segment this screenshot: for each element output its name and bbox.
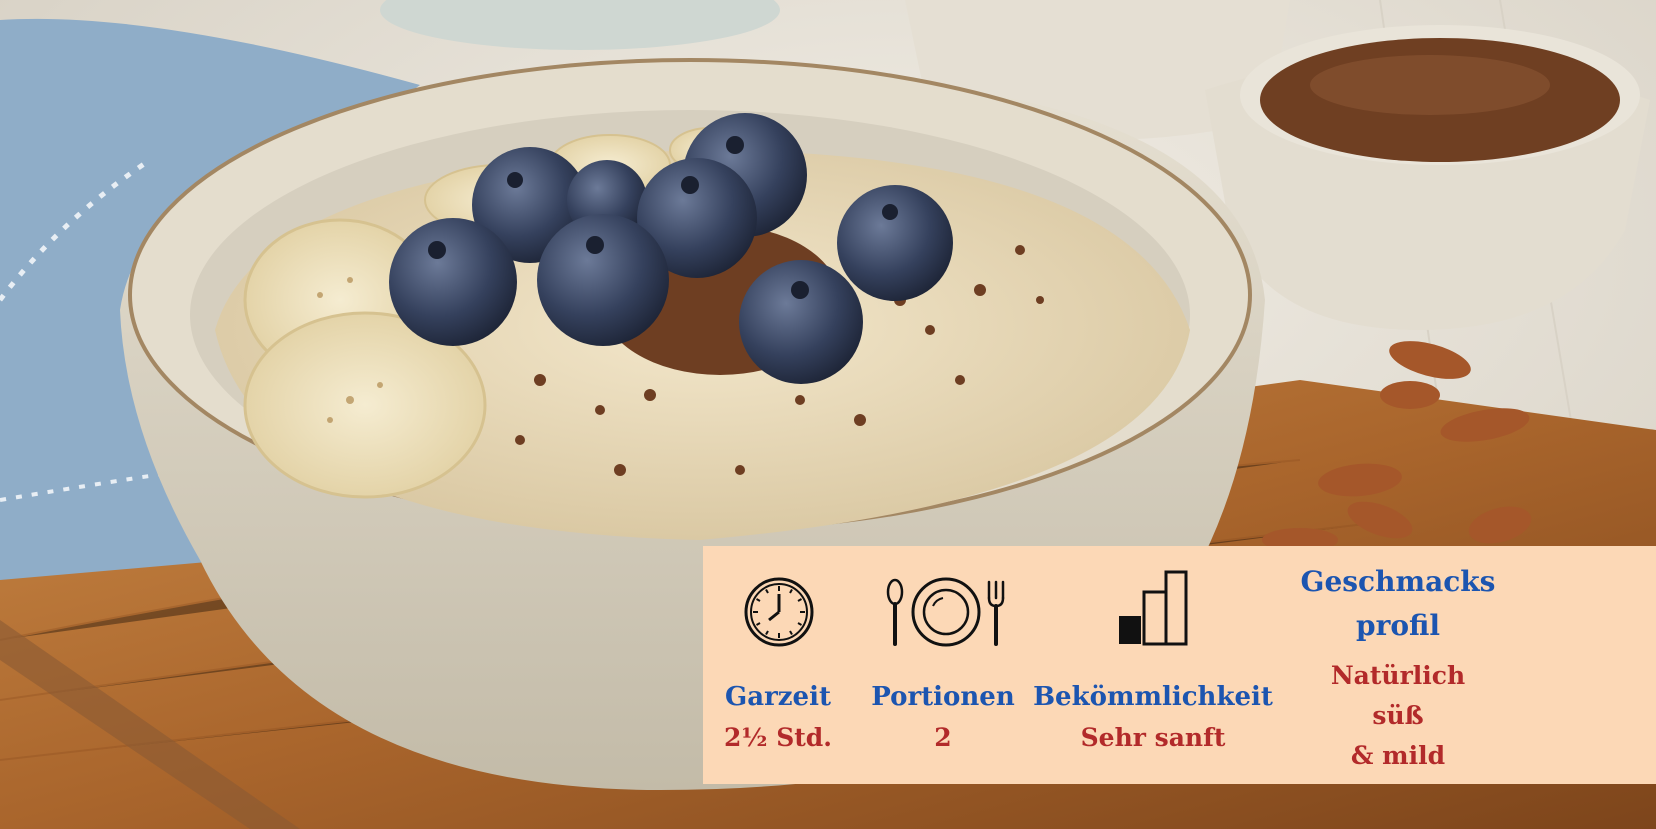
cooking-time-value: 2½ Std. — [724, 723, 832, 752]
taste-profile-value-line1: Natürlich — [1330, 661, 1466, 690]
taste-profile-value-line2: süß — [1372, 701, 1424, 730]
servings-value: 2 — [934, 723, 952, 752]
taste-profile-value: Natürlich süß & mild — [1278, 656, 1518, 776]
digestibility-value: Sehr sanft — [1080, 723, 1226, 752]
taste-profile-item: Geschmacks profil Natürlich süß & mild — [1278, 546, 1518, 784]
servings-label: Portionen — [871, 682, 1015, 712]
info-panel: Garzeit 2½ Std. Portionen 2 Bekömmlichke… — [703, 546, 1656, 784]
taste-profile-value-line3: & mild — [1350, 741, 1446, 770]
taste-profile-title: Geschmacks profil — [1278, 560, 1518, 648]
bar-level-icon — [1119, 570, 1188, 646]
digestibility-item: Bekömmlichkeit Sehr sanft — [1033, 546, 1273, 784]
cooking-time-item: Garzeit 2½ Std. — [703, 546, 853, 784]
plate-cutlery-icon — [886, 577, 1005, 647]
clock-icon — [744, 577, 814, 647]
digestibility-label: Bekömmlichkeit — [1033, 682, 1273, 712]
taste-profile-title-line1: Geschmacks — [1300, 565, 1496, 598]
taste-profile-title-line2: profil — [1356, 609, 1440, 642]
servings-item: Portionen 2 — [853, 546, 1033, 784]
cooking-time-label: Garzeit — [725, 682, 831, 712]
